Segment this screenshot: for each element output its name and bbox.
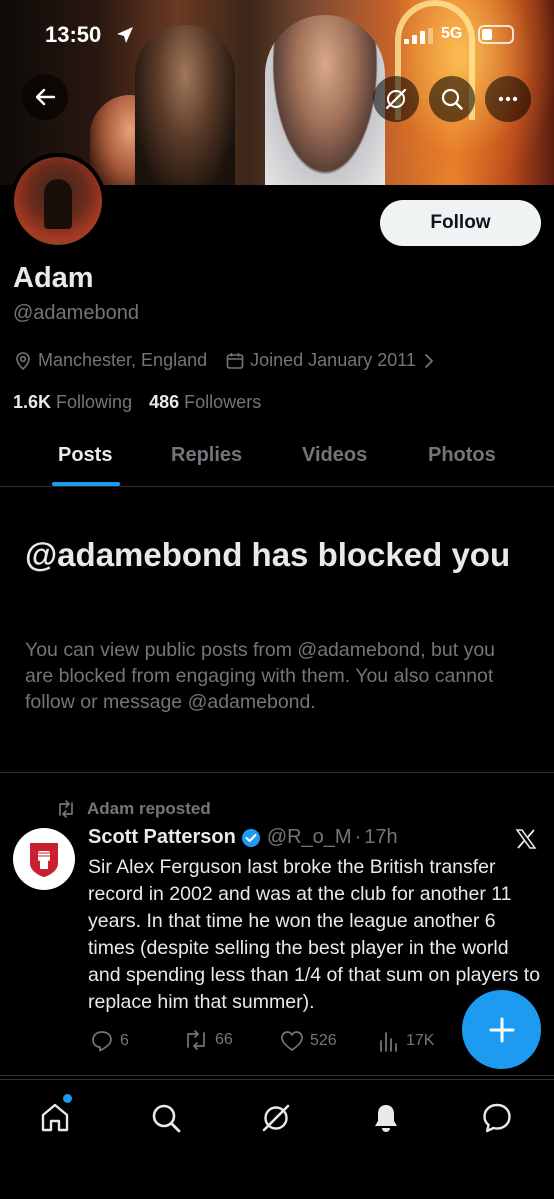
search-button[interactable] (429, 76, 475, 122)
post-author-name[interactable]: Scott Patterson (88, 826, 236, 849)
repost-indicator[interactable]: Adam reposted (55, 799, 211, 819)
tab-posts[interactable]: Posts (58, 444, 112, 467)
grok-icon (262, 1104, 290, 1132)
location-pin-icon (16, 351, 30, 370)
more-dots-icon (498, 96, 518, 102)
like-button[interactable]: 526 (280, 1030, 337, 1052)
following-label: Following (56, 392, 133, 412)
profile-meta: Manchester, England Joined January 2011 (13, 350, 441, 371)
following-link[interactable]: 1.6K Following (13, 392, 132, 412)
tab-videos[interactable]: Videos (302, 444, 367, 467)
post-author-handle[interactable]: @R_o_M (267, 826, 352, 849)
profile-location: Manchester, England (38, 350, 208, 370)
repost-button[interactable]: 66 (183, 1030, 233, 1050)
banner-figure (265, 15, 385, 185)
repost-icon (59, 800, 73, 818)
repost-icon (187, 1030, 205, 1050)
blocked-title: @adamebond has blocked you (25, 536, 511, 573)
post-header: Scott Patterson @R_o_M · 17h (88, 826, 398, 849)
bottom-navigation (0, 1079, 554, 1199)
tab-replies[interactable]: Replies (171, 444, 242, 467)
status-time: 13:50 (45, 22, 102, 47)
nav-notifications[interactable] (366, 1098, 406, 1138)
profile-tabs: Posts Replies Videos Photos (0, 438, 554, 487)
calendar-icon (226, 352, 244, 369)
post-separator: · (354, 826, 362, 848)
nav-grok[interactable] (256, 1098, 296, 1138)
plus-icon (489, 1017, 514, 1042)
active-tab-indicator (52, 482, 120, 486)
blocked-description: You can view public posts from @adamebon… (25, 639, 496, 713)
fist-shield-logo-icon (30, 843, 58, 877)
reply-count: 6 (120, 1032, 129, 1049)
divider (0, 772, 554, 773)
views-button[interactable]: 17K (378, 1030, 434, 1052)
battery-icon (478, 25, 514, 44)
search-icon (152, 1104, 181, 1133)
view-count: 17K (406, 1032, 435, 1049)
nav-search[interactable] (146, 1098, 186, 1138)
bell-icon (375, 1105, 397, 1132)
followers-count: 486 (149, 392, 180, 412)
banner-figure (135, 25, 235, 185)
back-button[interactable] (22, 74, 68, 120)
more-button[interactable] (485, 76, 531, 122)
followers-link[interactable]: 486 Followers (149, 392, 261, 412)
divider (0, 1075, 554, 1076)
post-text[interactable]: Sir Alex Ferguson last broke the British… (88, 854, 543, 1016)
repost-label: Adam reposted (87, 799, 211, 818)
repost-count: 66 (215, 1031, 233, 1048)
views-bar-chart-icon (380, 1032, 397, 1052)
profile-joined[interactable]: Joined January 2011 (250, 350, 416, 371)
arrow-left-icon (35, 88, 56, 106)
home-icon (41, 1103, 69, 1132)
location-arrow-icon (117, 27, 133, 43)
tab-photos[interactable]: Photos (428, 444, 496, 467)
compose-button[interactable] (462, 990, 541, 1069)
following-count: 1.6K (13, 392, 52, 412)
message-bubble-icon (483, 1103, 511, 1133)
reply-icon (92, 1031, 112, 1052)
like-count: 526 (310, 1032, 337, 1049)
verified-badge-icon (241, 828, 260, 847)
profile-name: Adam (13, 262, 94, 294)
follow-stats: 1.6K Following 486 Followers (13, 392, 261, 413)
grok-button[interactable] (373, 76, 419, 122)
profile-handle: @adamebond (13, 302, 139, 324)
heart-icon (281, 1031, 303, 1051)
post-time[interactable]: 17h (364, 826, 397, 849)
notification-dot (63, 1094, 72, 1103)
reply-button[interactable]: 6 (90, 1030, 129, 1052)
grok-icon (385, 88, 407, 110)
nav-messages[interactable] (477, 1098, 517, 1138)
follow-button[interactable]: Follow (380, 200, 541, 246)
chevron-right-icon[interactable] (422, 353, 436, 369)
profile-avatar[interactable] (10, 153, 106, 249)
network-type: 5G (441, 25, 463, 42)
signal-icon (404, 28, 433, 44)
nav-home[interactable] (35, 1094, 75, 1138)
search-icon (441, 88, 463, 110)
followers-label: Followers (184, 392, 262, 412)
x-logo-icon (515, 829, 537, 849)
post-author-avatar[interactable] (13, 828, 75, 890)
